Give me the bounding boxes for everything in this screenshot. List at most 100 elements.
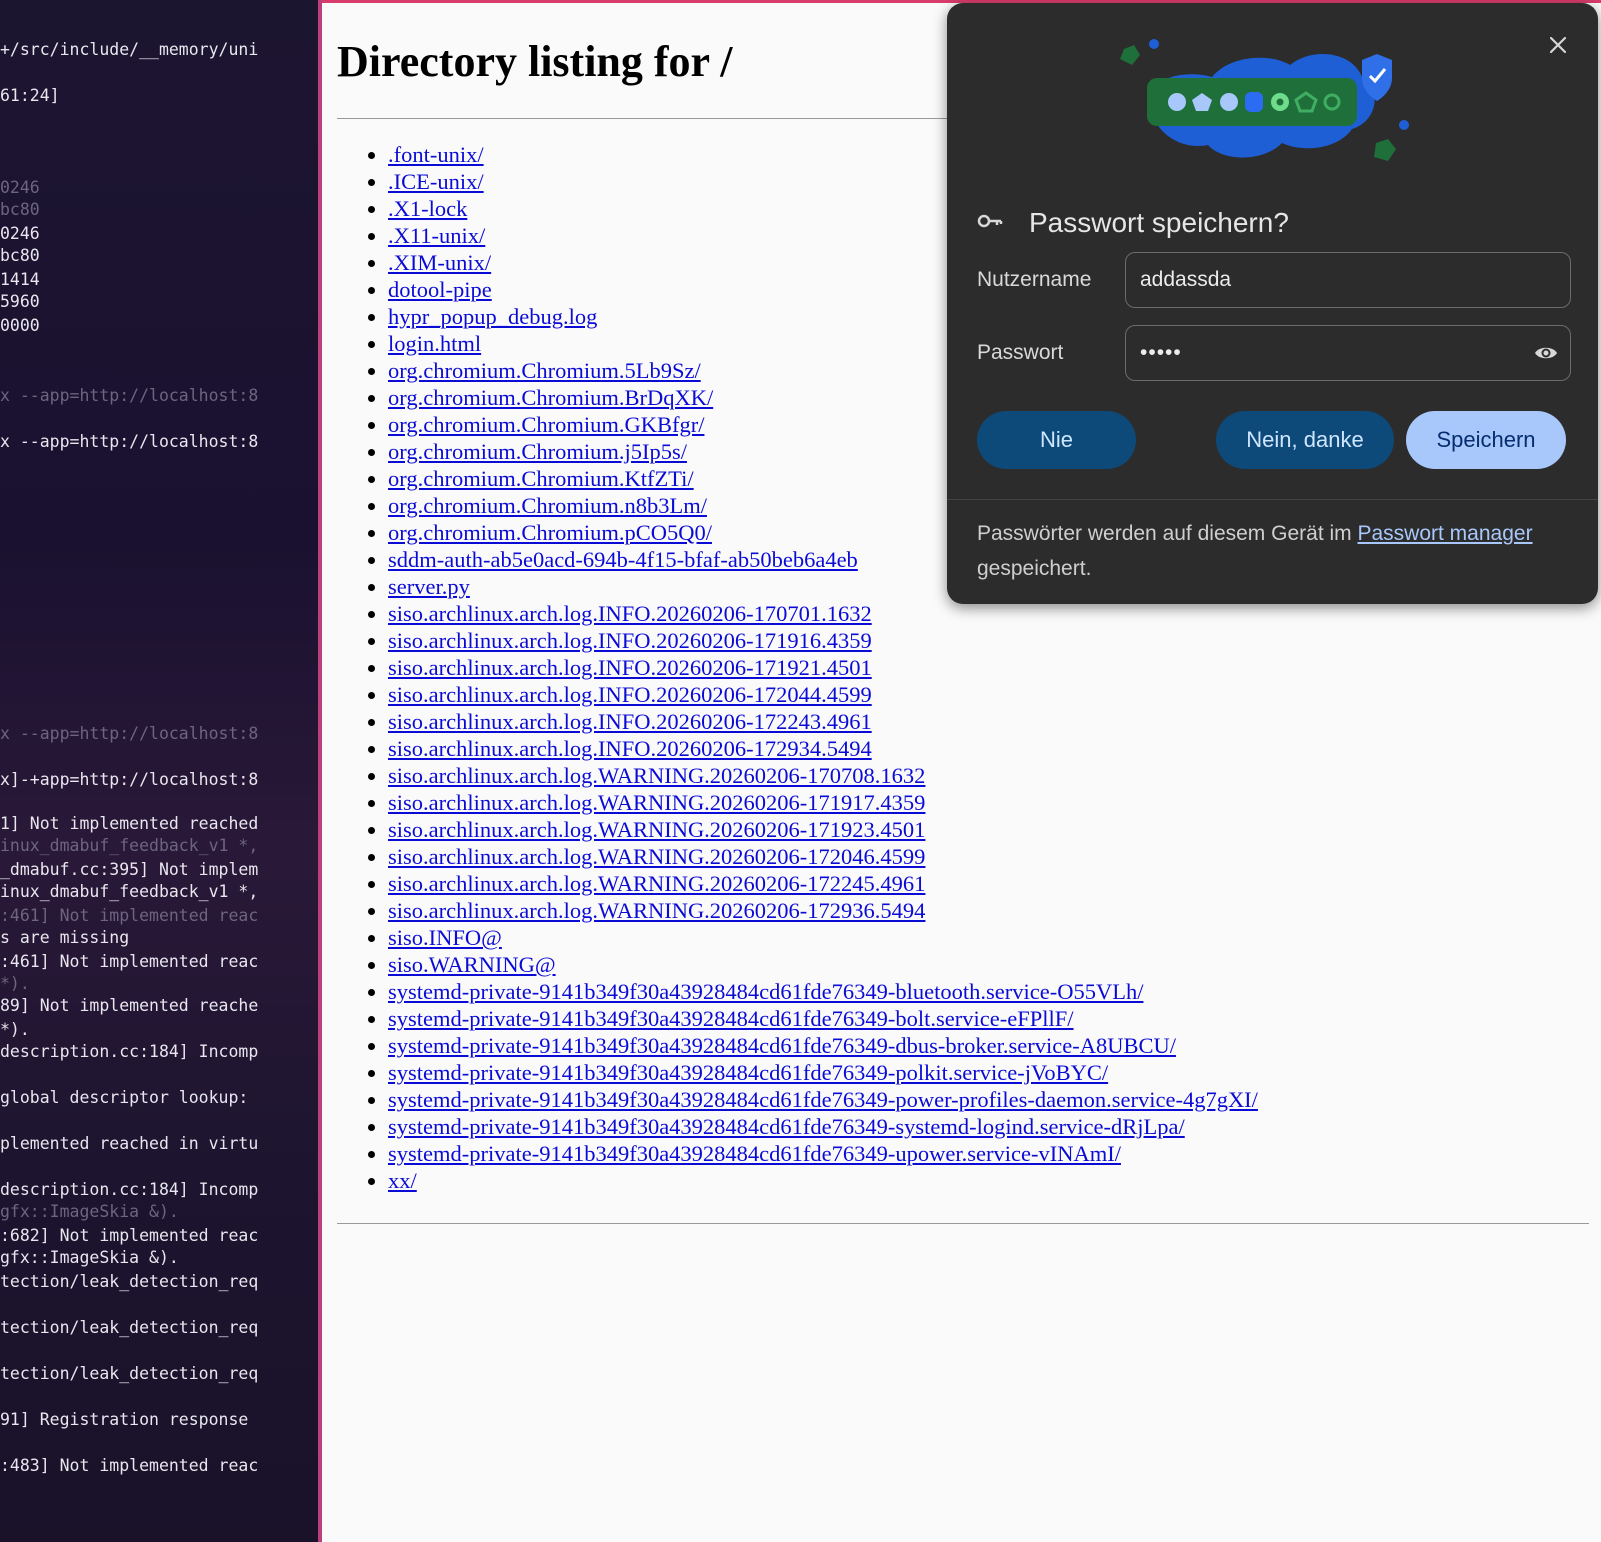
- password-manager-link[interactable]: Passwort manager: [1357, 522, 1532, 545]
- file-link[interactable]: org.chromium.Chromium.j5Ip5s/: [388, 439, 687, 464]
- file-link[interactable]: siso.archlinux.arch.log.WARNING.20260206…: [388, 790, 925, 815]
- file-link[interactable]: siso.archlinux.arch.log.WARNING.20260206…: [388, 871, 925, 896]
- list-item: siso.INFO@: [388, 924, 1258, 951]
- terminal-line: 1] Not implemented reached: [0, 814, 259, 833]
- terminal-window: +/src/include/__memory/uni 61:24] 0246 bc80…: [0, 0, 322, 1542]
- terminal-line: +/src/include/__memory/uni: [0, 40, 259, 59]
- file-link[interactable]: org.chromium.Chromium.GKBfgr/: [388, 412, 704, 437]
- file-link[interactable]: .XIM-unix/: [388, 250, 491, 275]
- file-link[interactable]: siso.archlinux.arch.log.INFO.20260206-17…: [388, 655, 872, 680]
- file-link[interactable]: systemd-private-9141b349f30a43928484cd61…: [388, 1060, 1108, 1085]
- list-item: siso.archlinux.arch.log.INFO.20260206-17…: [388, 681, 1258, 708]
- never-button[interactable]: Nie: [977, 411, 1136, 469]
- file-link[interactable]: siso.archlinux.arch.log.INFO.20260206-17…: [388, 736, 872, 761]
- file-link[interactable]: systemd-private-9141b349f30a43928484cd61…: [388, 1114, 1185, 1139]
- file-link[interactable]: org.chromium.Chromium.BrDqXK/: [388, 385, 713, 410]
- file-link[interactable]: hypr_popup_debug.log: [388, 304, 597, 329]
- terminal-line: 5960: [0, 292, 40, 311]
- list-item: systemd-private-9141b349f30a43928484cd61…: [388, 1032, 1258, 1059]
- file-link[interactable]: siso.INFO@: [388, 925, 502, 950]
- file-link[interactable]: systemd-private-9141b349f30a43928484cd61…: [388, 1141, 1121, 1166]
- username-value: addassda: [1140, 268, 1232, 291]
- terminal-line: tection/leak_detection_req: [0, 1272, 259, 1291]
- page-title: Directory listing for /: [337, 37, 733, 86]
- list-item: siso.archlinux.arch.log.INFO.20260206-17…: [388, 735, 1258, 762]
- dialog-title: Passwort speichern?: [1029, 207, 1289, 238]
- terminal-line: x --app=http://localhost:8: [0, 432, 259, 451]
- file-link[interactable]: systemd-private-9141b349f30a43928484cd61…: [388, 1006, 1074, 1031]
- terminal-line: inux_dmabuf_feedback_v1 *,: [0, 882, 259, 901]
- terminal-line: tection/leak_detection_req: [0, 1318, 259, 1337]
- close-icon: [1549, 36, 1567, 54]
- file-link[interactable]: systemd-private-9141b349f30a43928484cd61…: [388, 979, 1143, 1004]
- file-link[interactable]: siso.WARNING@: [388, 952, 556, 977]
- password-illustration: [1120, 39, 1409, 161]
- list-item: siso.archlinux.arch.log.WARNING.20260206…: [388, 843, 1258, 870]
- file-link[interactable]: systemd-private-9141b349f30a43928484cd61…: [388, 1087, 1258, 1112]
- terminal-line: 89] Not implemented reache: [0, 996, 259, 1015]
- terminal-line: 0000: [0, 316, 40, 335]
- list-item: siso.archlinux.arch.log.WARNING.20260206…: [388, 789, 1258, 816]
- password-field[interactable]: •••••: [1125, 325, 1571, 381]
- terminal-line: _dmabuf.cc:395] Not implem: [0, 860, 259, 879]
- username-label: Nutzername: [977, 268, 1092, 291]
- file-link[interactable]: siso.archlinux.arch.log.INFO.20260206-17…: [388, 709, 872, 734]
- terminal-line: tection/leak_detection_req: [0, 1364, 259, 1383]
- terminal-line: x --app=http://localhost:8: [0, 386, 259, 405]
- file-link[interactable]: sddm-auth-ab5e0acd-694b-4f15-bfaf-ab50be…: [388, 547, 858, 572]
- list-item: systemd-private-9141b349f30a43928484cd61…: [388, 1005, 1258, 1032]
- save-password-dialog: Passwort speichern? Nutzername addassda …: [947, 3, 1598, 604]
- list-item: siso.archlinux.arch.log.INFO.20260206-17…: [388, 627, 1258, 654]
- terminal-line: description.cc:184] Incomp: [0, 1042, 259, 1061]
- file-link[interactable]: systemd-private-9141b349f30a43928484cd61…: [388, 1033, 1176, 1058]
- file-link[interactable]: server.py: [388, 574, 470, 599]
- dialog-divider: [947, 499, 1598, 500]
- username-field[interactable]: addassda: [1125, 252, 1571, 308]
- file-link[interactable]: .X1-lock: [388, 196, 467, 221]
- terminal-line: :682] Not implemented reac: [0, 1226, 259, 1245]
- footer-text-after: gespeichert.: [977, 557, 1092, 580]
- list-item: systemd-private-9141b349f30a43928484cd61…: [388, 1113, 1258, 1140]
- close-button[interactable]: [1542, 29, 1574, 61]
- list-item: siso.archlinux.arch.log.INFO.20260206-17…: [388, 708, 1258, 735]
- file-link[interactable]: login.html: [388, 331, 481, 356]
- dialog-footer: Passwörter werden auf diesem Gerät im Pa…: [977, 516, 1537, 586]
- terminal-line: description.cc:184] Incomp: [0, 1180, 259, 1199]
- file-link[interactable]: siso.archlinux.arch.log.WARNING.20260206…: [388, 898, 925, 923]
- list-item: systemd-private-9141b349f30a43928484cd61…: [388, 1086, 1258, 1113]
- file-link[interactable]: siso.archlinux.arch.log.WARNING.20260206…: [388, 844, 925, 869]
- file-link[interactable]: org.chromium.Chromium.KtfZTi/: [388, 466, 694, 491]
- footer-text-before: Passwörter werden auf diesem Gerät im: [977, 522, 1358, 545]
- file-link[interactable]: org.chromium.Chromium.n8b3Lm/: [388, 493, 707, 518]
- file-link[interactable]: dotool-pipe: [388, 277, 492, 302]
- list-item: siso.archlinux.arch.log.WARNING.20260206…: [388, 870, 1258, 897]
- terminal-line: *).: [0, 974, 30, 993]
- terminal-line: gfx::ImageSkia &).: [0, 1202, 179, 1221]
- list-item: siso.archlinux.arch.log.INFO.20260206-17…: [388, 654, 1258, 681]
- terminal-line: inux_dmabuf_feedback_v1 *,: [0, 836, 259, 855]
- list-item: siso.archlinux.arch.log.WARNING.20260206…: [388, 816, 1258, 843]
- file-link[interactable]: siso.archlinux.arch.log.WARNING.20260206…: [388, 817, 925, 842]
- terminal-line: s are missing: [0, 928, 130, 947]
- file-link[interactable]: siso.archlinux.arch.log.INFO.20260206-17…: [388, 601, 872, 626]
- file-link[interactable]: siso.archlinux.arch.log.INFO.20260206-17…: [388, 628, 872, 653]
- file-link[interactable]: .X11-unix/: [388, 223, 485, 248]
- file-link[interactable]: .font-unix/: [388, 142, 484, 167]
- no-thanks-button[interactable]: Nein, danke: [1216, 411, 1394, 469]
- file-link[interactable]: xx/: [388, 1168, 417, 1193]
- list-item: systemd-private-9141b349f30a43928484cd61…: [388, 978, 1258, 1005]
- file-link[interactable]: org.chromium.Chromium.5Lb9Sz/: [388, 358, 701, 383]
- terminal-line: x --app=http://localhost:8: [0, 724, 259, 743]
- show-password-eye-icon[interactable]: [1534, 343, 1558, 363]
- terminal-line: bc80: [0, 200, 40, 219]
- terminal-line: gfx::ImageSkia &).: [0, 1248, 179, 1267]
- file-link[interactable]: org.chromium.Chromium.pCO5Q0/: [388, 520, 712, 545]
- file-link[interactable]: siso.archlinux.arch.log.INFO.20260206-17…: [388, 682, 872, 707]
- terminal-line: x]-+app=http://localhost:8: [0, 770, 259, 789]
- file-link[interactable]: .ICE-unix/: [388, 169, 484, 194]
- list-item: siso.WARNING@: [388, 951, 1258, 978]
- save-button[interactable]: Speichern: [1406, 411, 1566, 469]
- terminal-line: bc80: [0, 246, 40, 265]
- list-item: systemd-private-9141b349f30a43928484cd61…: [388, 1140, 1258, 1167]
- file-link[interactable]: siso.archlinux.arch.log.WARNING.20260206…: [388, 763, 925, 788]
